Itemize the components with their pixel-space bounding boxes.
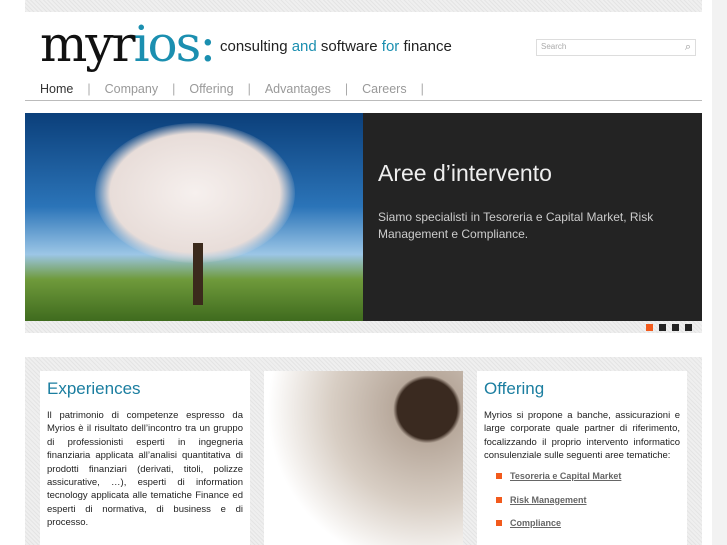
top-band <box>25 0 702 12</box>
flower-image <box>264 371 463 545</box>
scrollbar[interactable] <box>712 0 727 545</box>
nav-separator: | <box>172 82 176 96</box>
banner-image-tree <box>25 113 363 321</box>
offering-box: Offering Myrios si propone a banche, ass… <box>477 371 687 545</box>
tagline-part: finance <box>399 38 452 55</box>
experiences-box: Experiences Il patrimonio di competenze … <box>40 371 250 545</box>
nav-divider <box>25 100 702 101</box>
nav-careers[interactable]: Careers <box>362 82 406 96</box>
tagline-part: consulting <box>220 38 292 55</box>
nav-home[interactable]: Home <box>40 82 73 96</box>
tagline-part: and <box>291 38 317 55</box>
link-tesoreria[interactable]: Tesoreria e Capital Market <box>496 471 621 481</box>
experiences-text: Il patrimonio di competenze espresso da … <box>47 410 243 529</box>
nav-separator: | <box>344 82 349 96</box>
tagline-part: software <box>316 38 382 55</box>
banner-caption: Aree d’intervento Siamo specialisti in T… <box>363 113 702 321</box>
slide-dot[interactable] <box>685 324 692 331</box>
tagline-part: for <box>381 38 400 55</box>
nav-company[interactable]: Company <box>105 82 159 96</box>
link-compliance[interactable]: Compliance <box>496 518 621 528</box>
nav-offering[interactable]: Offering <box>189 82 233 96</box>
banner-text: Siamo specialisti in Tesoreria e Capital… <box>378 210 654 241</box>
tagline: consulting and software for finance <box>220 38 452 55</box>
banner-strip <box>25 321 702 333</box>
experiences-title: Experiences <box>47 379 141 398</box>
tree-trunk <box>193 243 203 305</box>
logo-text: myr <box>40 15 136 73</box>
offering-list: Tesoreria e Capital Market Risk Manageme… <box>496 471 621 542</box>
logo[interactable]: myrios: <box>40 14 217 74</box>
main-nav: Home | Company | Offering | Advantages | Car… <box>40 82 438 96</box>
slide-dot[interactable] <box>659 324 666 331</box>
offering-text: Myrios si propone a banche, assicurazion… <box>484 410 680 462</box>
link-risk-management[interactable]: Risk Management <box>496 495 621 505</box>
search-placeholder: Search <box>541 42 567 51</box>
search-input[interactable]: Search ⌕ <box>536 39 696 56</box>
nav-separator: | <box>247 82 251 96</box>
offering-title: Offering <box>484 379 545 398</box>
nav-separator: | <box>420 82 424 96</box>
banner-title: Aree d’intervento <box>378 160 552 186</box>
slide-dot[interactable] <box>672 324 679 331</box>
tree-crown <box>95 123 295 263</box>
nav-separator: | <box>87 82 91 96</box>
search-icon[interactable]: ⌕ <box>685 41 691 54</box>
slide-dot-active[interactable] <box>646 324 653 331</box>
nav-advantages[interactable]: Advantages <box>265 82 331 96</box>
logo-text-accent: ios: <box>133 15 217 73</box>
